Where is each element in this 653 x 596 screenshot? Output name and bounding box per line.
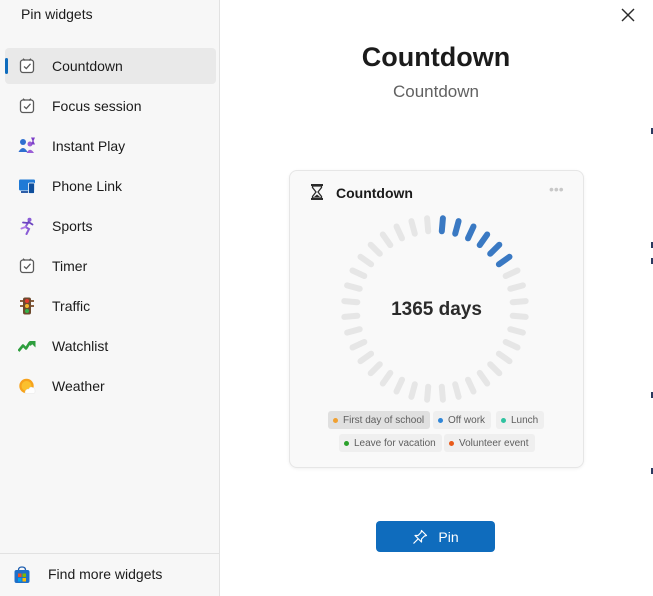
ring-segment: [408, 381, 418, 400]
sidebar-item-timer[interactable]: Timer: [5, 248, 216, 284]
watchlist-icon: [18, 341, 36, 352]
event-chip-first-day-of-school[interactable]: First day of school: [328, 411, 431, 429]
ring-segment: [502, 339, 521, 351]
sidebar-title: Pin widgets: [21, 6, 93, 22]
chip-dot: [449, 440, 454, 446]
sidebar-item-traffic[interactable]: Traffic: [5, 288, 216, 324]
sidebar-item-label: Weather: [52, 378, 105, 394]
find-more-widgets-link[interactable]: Find more widgets: [0, 554, 219, 596]
sidebar-item-phone-link[interactable]: Phone Link: [5, 168, 216, 204]
ring-segment-filled: [495, 253, 513, 268]
sidebar-item-countdown[interactable]: Countdown: [5, 48, 216, 84]
pin-widgets-dialog: Pin widgets Countdown Focus session Inst…: [0, 0, 653, 596]
days-remaining: 1365 days: [391, 299, 482, 320]
sidebar-item-label: Traffic: [52, 298, 91, 314]
chip-label: Lunch: [511, 414, 539, 426]
ring-segment: [349, 267, 368, 279]
ring-segment: [465, 376, 477, 395]
sidebar-footer: Find more widgets: [0, 553, 219, 596]
weather-icon: [19, 378, 36, 394]
widget-preview-card: Countdown ••• 1365 days First day of sch…: [289, 170, 584, 468]
sidebar-item-label: Focus session: [52, 98, 142, 114]
sidebar: Pin widgets Countdown Focus session Inst…: [0, 0, 220, 596]
ring-segment: [452, 381, 462, 400]
chip-label: First day of school: [343, 414, 425, 426]
ring-segment-filled: [452, 218, 462, 237]
event-chip-lunch[interactable]: Lunch: [496, 411, 545, 429]
sidebar-item-label: Instant Play: [52, 138, 126, 154]
ring-segment: [424, 383, 432, 403]
ring-segment: [408, 218, 418, 237]
widget-title: Countdown: [361, 42, 511, 72]
chip-dot: [501, 417, 506, 423]
ring-segment: [495, 350, 513, 365]
sidebar-item-instant-play[interactable]: Instant Play: [5, 128, 216, 164]
focus-session-icon: [19, 98, 35, 114]
sidebar-item-sports[interactable]: Sports: [5, 208, 216, 244]
ring-segment: [393, 223, 405, 242]
ring-segment: [367, 361, 383, 377]
ring-segment: [357, 350, 375, 365]
pin-icon: [413, 529, 428, 544]
event-chip-off-work[interactable]: Off work: [433, 411, 492, 429]
traffic-light-icon: [20, 297, 34, 315]
timer-icon: [19, 258, 35, 274]
ring-segment: [357, 253, 375, 268]
ring-segment-filled: [438, 215, 446, 235]
ring-segment: [438, 383, 446, 403]
pin-button[interactable]: Pin: [376, 521, 495, 552]
ring-segment: [344, 326, 363, 336]
sidebar-item-label: Countdown: [52, 58, 123, 74]
ring-segment: [367, 241, 383, 257]
ring-segment: [424, 215, 432, 235]
chip-dot: [333, 417, 338, 423]
phone-link-icon: [19, 179, 35, 194]
sidebar-item-label: Phone Link: [52, 178, 123, 194]
chip-label: Volunteer event: [459, 437, 529, 449]
event-chip-leave-for-vacation[interactable]: Leave for vacation: [339, 434, 442, 452]
find-more-widgets-label: Find more widgets: [48, 566, 163, 582]
event-chip-volunteer-event[interactable]: Volunteer event: [444, 434, 535, 452]
ring-segment-filled: [476, 231, 491, 249]
sidebar-item-watchlist[interactable]: Watchlist: [5, 328, 216, 364]
sidebar-item-label: Watchlist: [52, 338, 109, 354]
chip-dot: [438, 417, 443, 423]
pin-button-label: Pin: [438, 528, 459, 545]
ring-segment: [379, 369, 394, 387]
ring-segment: [379, 231, 394, 249]
chip-label: Leave for vacation: [354, 437, 436, 449]
ring-segment: [349, 339, 368, 351]
close-icon: [621, 8, 635, 22]
sidebar-item-weather[interactable]: Weather: [5, 368, 216, 404]
ring-segment: [393, 376, 405, 395]
sidebar-item-focus-session[interactable]: Focus session: [5, 88, 216, 124]
sidebar-item-label: Sports: [52, 218, 93, 234]
ring-segment-filled: [487, 241, 503, 257]
microsoft-store-icon: [14, 566, 30, 583]
sports-icon: [20, 217, 34, 235]
ring-segment-filled: [465, 223, 477, 242]
widget-list: Countdown Focus session Instant Play Pho…: [0, 48, 219, 408]
chip-dot: [344, 440, 349, 446]
close-button[interactable]: [613, 0, 643, 30]
ring-segment: [502, 267, 521, 279]
ring-segment: [487, 361, 503, 377]
chip-label: Off work: [448, 414, 486, 426]
ring-segment: [507, 282, 526, 292]
countdown-icon: [19, 58, 35, 74]
ring-segment: [344, 282, 363, 292]
ring-segment: [507, 326, 526, 336]
sidebar-item-label: Timer: [52, 258, 88, 274]
widget-subtitle: Countdown: [392, 82, 479, 101]
instant-play-icon: [18, 137, 35, 153]
ring-segment: [476, 369, 491, 387]
